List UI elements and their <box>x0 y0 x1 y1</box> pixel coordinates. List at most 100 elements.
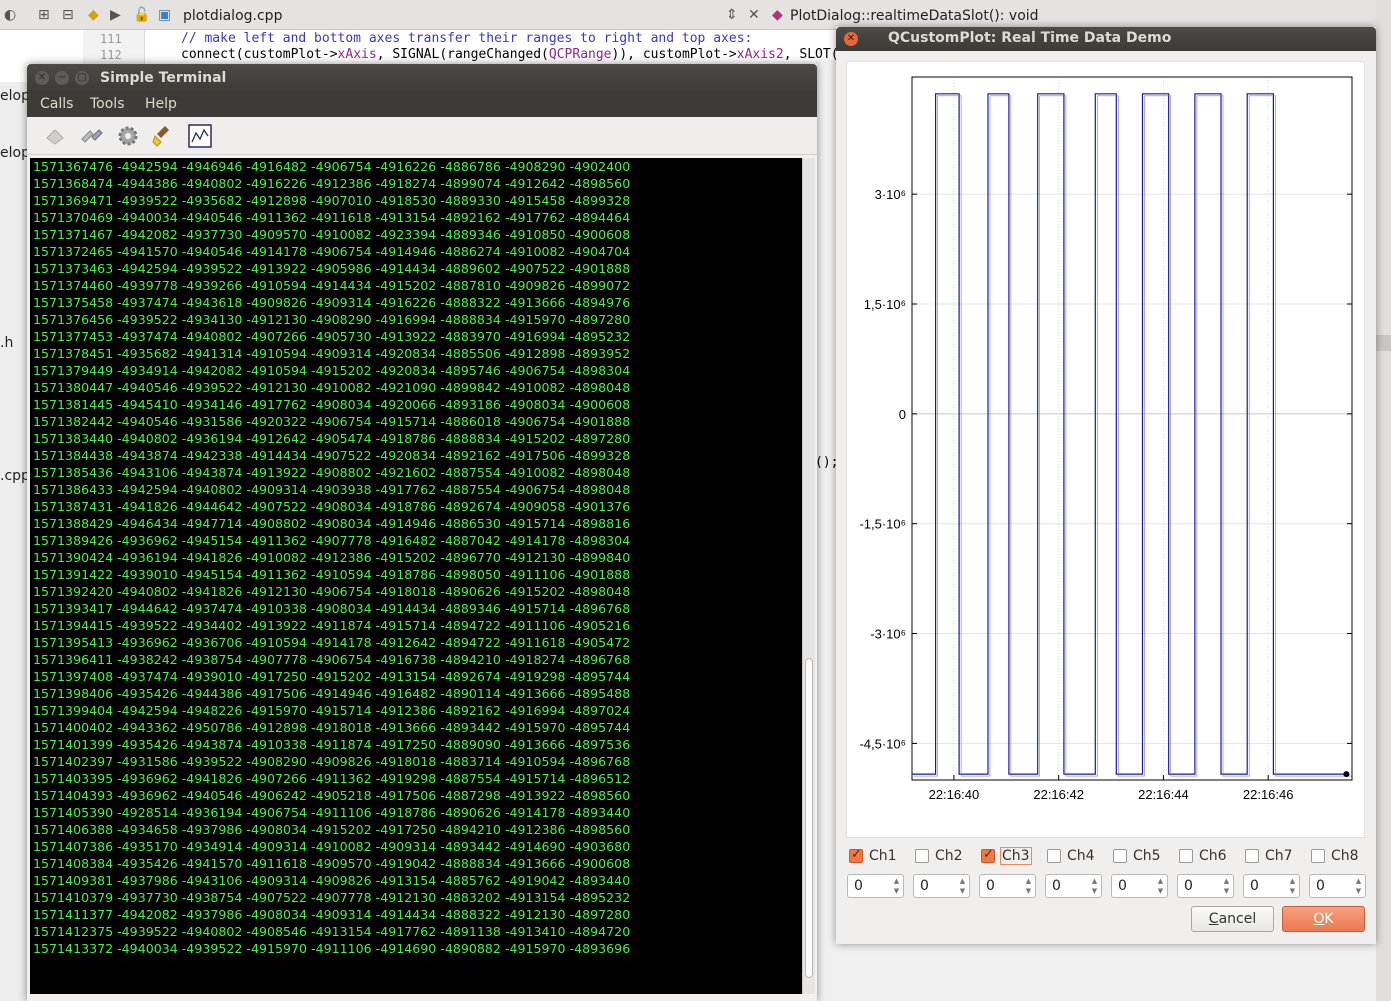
spin-arrows-icon[interactable]: ▲ ▼ <box>1288 876 1297 896</box>
terminal-line: 1571400402 -4943362 -4950786 -4912898 -4… <box>33 720 631 735</box>
x-tick-label: 22:16:46 <box>1243 787 1294 802</box>
ide-tab-bar: ◐ ⊞ ⊟ ◆ ▶ 🔓 ▣ plotdialog.cpp ⇕ ✕ ◆ PlotD… <box>0 0 1391 30</box>
terminal-line: 1571398406 -4935426 -4944386 -4917506 -4… <box>33 686 631 701</box>
cpp-file-icon: ▣ <box>158 7 172 23</box>
terminal-line: 1571405390 -4928514 -4936194 -4906754 -4… <box>33 805 631 820</box>
terminal-title: Simple Terminal <box>100 70 227 86</box>
channel-offset-spinbox-ch4[interactable]: 0 ▲ ▼ <box>1045 874 1102 898</box>
ide-file-name[interactable]: plotdialog.cpp <box>183 8 282 24</box>
channel-offset-spinbox-ch1[interactable]: 0 ▲ ▼ <box>847 874 904 898</box>
terminal-line: 1571368474 -4944386 -4940802 -4916226 -4… <box>33 176 631 191</box>
menu-calls[interactable]: Calls <box>40 96 73 112</box>
close-icon[interactable]: ✕ <box>35 71 49 85</box>
forward-arrow-icon[interactable]: ▶ <box>110 6 121 24</box>
terminal-line: 1571380447 -4940546 -4939522 -4912130 -4… <box>33 380 631 395</box>
channel-label: Ch8 <box>1331 848 1359 864</box>
minimize-icon[interactable]: − <box>55 71 69 85</box>
dialog-title-bar[interactable]: ✕ QCustomPlot: Real Time Data Demo <box>836 27 1376 51</box>
terminal-line: 1571371467 -4942082 -4937730 -4909570 -4… <box>33 227 631 242</box>
spin-arrows-icon[interactable]: ▲ ▼ <box>1024 876 1033 896</box>
plot-icon[interactable] <box>187 124 213 148</box>
scrollbar-thumb[interactable] <box>805 658 813 978</box>
checkbox-box[interactable] <box>1311 849 1325 863</box>
checkbox-box[interactable] <box>1047 849 1061 863</box>
terminal-line: 1571385436 -4943106 -4943874 -4913922 -4… <box>33 465 631 480</box>
channel-offset-spinbox-ch6[interactable]: 0 ▲ ▼ <box>1177 874 1234 898</box>
terminal-line: 1571399404 -4942594 -4948226 -4915970 -4… <box>33 703 631 718</box>
spinbox-value: 0 <box>1184 878 1193 894</box>
menu-help[interactable]: Help <box>145 96 177 112</box>
terminal-scrollbar[interactable] <box>802 158 815 994</box>
checkbox-box[interactable] <box>849 847 863 863</box>
terminal-line: 1571388429 -4946434 -4947714 -4908802 -4… <box>33 516 631 531</box>
split-icon[interactable]: ⊞ <box>38 6 50 24</box>
cancel-button[interactable]: Cancel <box>1191 906 1274 932</box>
terminal-line: 1571384438 -4943874 -4942338 -4914434 -4… <box>33 448 631 463</box>
close-icon[interactable]: ✕ <box>844 32 858 46</box>
ide-nav-icon[interactable]: ◐ <box>4 6 16 24</box>
ok-button[interactable]: OK <box>1282 906 1365 932</box>
spin-arrows-icon[interactable]: ▲ ▼ <box>1090 876 1099 896</box>
channel-offset-spinbox-ch8[interactable]: 0 ▲ ▼ <box>1309 874 1366 898</box>
terminal-line: 1571401399 -4935426 -4943874 -4910338 -4… <box>33 737 631 752</box>
channel-label: Ch1 <box>869 848 897 864</box>
checkbox-box[interactable] <box>1113 849 1127 863</box>
checkbox-box[interactable] <box>915 849 929 863</box>
editor-scrollbar[interactable] <box>1376 0 1391 1001</box>
terminal-line: 1571408384 -4935426 -4941570 -4911618 -4… <box>33 856 631 871</box>
terminal-line: 1571407386 -4935170 -4934914 -4909314 -4… <box>33 839 631 854</box>
spin-arrows-icon[interactable]: ▲ ▼ <box>1156 876 1165 896</box>
channel-label: Ch6 <box>1199 848 1227 864</box>
channel-offset-spinbox-ch5[interactable]: 0 ▲ ▼ <box>1111 874 1168 898</box>
checkbox-box[interactable] <box>981 847 995 863</box>
spin-arrows-icon[interactable]: ▲ ▼ <box>958 876 967 896</box>
back-arrow-icon[interactable]: ◆ <box>88 6 99 24</box>
terminal-line: 1571413372 -4940034 -4939522 -4915970 -4… <box>33 941 631 956</box>
y-tick-label: 1,5·10⁶ <box>864 297 906 312</box>
plot-dialog: ✕ QCustomPlot: Real Time Data Demo 3·10⁶… <box>836 27 1376 944</box>
realtime-plot[interactable]: 3·10⁶ 1,5·10⁶ 0 -1,5·10⁶ -3·10⁶ -4,5·10⁶ 22:16… <box>847 62 1366 839</box>
checkbox-box[interactable] <box>1179 849 1193 863</box>
settings-icon[interactable] <box>115 124 141 148</box>
maximize-icon[interactable]: □ <box>75 71 89 85</box>
spinbox-value: 0 <box>1118 878 1127 894</box>
line-number: 112 <box>100 48 122 62</box>
terminal-line: 1571379449 -4934914 -4942082 -4910594 -4… <box>33 363 631 378</box>
file-dropdown-icon[interactable]: ⇕ <box>726 6 738 24</box>
terminal-line: 1571391422 -4939010 -4945154 -4911362 -4… <box>33 567 631 582</box>
terminal-line: 1571389426 -4936962 -4945154 -4911362 -4… <box>33 533 631 548</box>
function-signature[interactable]: PlotDialog::realtimeDataSlot(): void <box>790 8 1039 24</box>
terminal-title-bar[interactable]: ✕ − □ Simple Terminal <box>27 64 817 92</box>
y-tick-label: -1,5·10⁶ <box>859 517 906 532</box>
x-tick-label: 22:16:40 <box>929 787 980 802</box>
disconnect-icon[interactable] <box>79 124 105 148</box>
spinbox-value: 0 <box>1052 878 1061 894</box>
channel-offset-spinbox-ch3[interactable]: 0 ▲ ▼ <box>979 874 1036 898</box>
terminal-line: 1571374460 -4939778 -4939266 -4910594 -4… <box>33 278 631 293</box>
plot-area[interactable]: 3·10⁶ 1,5·10⁶ 0 -1,5·10⁶ -3·10⁶ -4,5·10⁶ 22:16… <box>846 61 1365 838</box>
code-fragment: (); <box>815 455 839 470</box>
channel-offset-spinbox-ch2[interactable]: 0 ▲ ▼ <box>913 874 970 898</box>
spin-arrows-icon[interactable]: ▲ ▼ <box>1354 876 1363 896</box>
terminal-line: 1571369471 -4939522 -4935682 -4912898 -4… <box>33 193 631 208</box>
terminal-line: 1571404393 -4936962 -4940546 -4906242 -4… <box>33 788 631 803</box>
checkbox-box[interactable] <box>1245 849 1259 863</box>
terminal-window: ✕ − □ Simple Terminal Calls Tools Help 1… <box>27 64 817 1001</box>
terminal-line: 1571397408 -4937474 -4939010 -4917250 -4… <box>33 669 631 684</box>
spin-arrows-icon[interactable]: ▲ ▼ <box>1222 876 1231 896</box>
menu-tools[interactable]: Tools <box>90 96 125 112</box>
terminal-line: 1571396411 -4938242 -4938754 -4907778 -4… <box>33 652 631 667</box>
channel-offset-spinbox-ch7[interactable]: 0 ▲ ▼ <box>1243 874 1300 898</box>
close-split-icon[interactable]: ⊟ <box>62 6 74 24</box>
connect-icon[interactable] <box>43 124 69 148</box>
spin-arrows-icon[interactable]: ▲ ▼ <box>892 876 901 896</box>
terminal-line: 1571412375 -4939522 -4940802 -4908546 -4… <box>33 924 631 939</box>
close-file-icon[interactable]: ✕ <box>748 6 760 24</box>
channel-label: Ch3 <box>1000 847 1032 865</box>
terminal-line: 1571382442 -4940546 -4931586 -4920322 -4… <box>33 414 631 429</box>
spinbox-value: 0 <box>854 878 863 894</box>
terminal-output[interactable]: 1571367476 -4942594 -4946946 -4916482 -4… <box>30 158 802 994</box>
clear-icon[interactable] <box>151 124 177 148</box>
sidebar-fragment: .h <box>0 335 14 351</box>
current-value-dot <box>1343 771 1350 778</box>
